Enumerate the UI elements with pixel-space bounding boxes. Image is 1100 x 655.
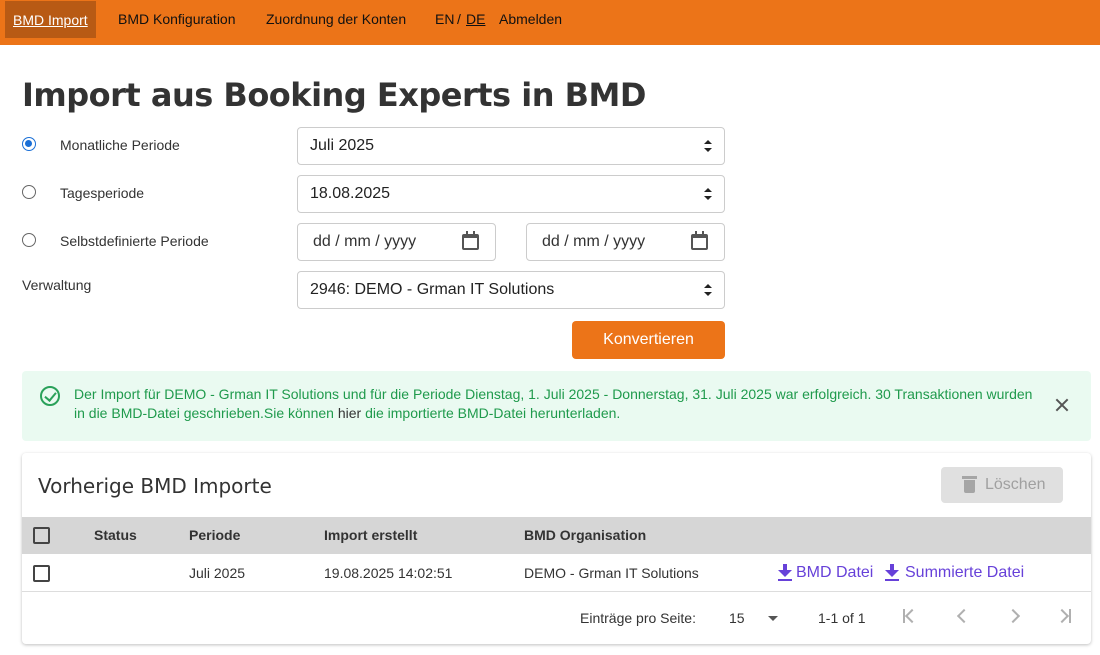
date-from-placeholder: dd / mm / yyyy	[313, 233, 417, 250]
download-imported-file-link[interactable]: die importierte BMD-Datei herunterladen.	[365, 405, 620, 421]
close-icon[interactable]	[1054, 397, 1070, 413]
first-page-icon[interactable]	[902, 608, 918, 624]
select-all-checkbox[interactable]	[33, 527, 50, 544]
column-status[interactable]: Status	[94, 517, 137, 554]
summary-file-label: Summierte Datei	[905, 564, 1025, 581]
nav-bmd-import[interactable]: BMD Import	[5, 1, 96, 38]
lang-separator: /	[457, 11, 461, 27]
download-icon	[778, 564, 792, 582]
rows-per-page-label: Einträge pro Seite:	[580, 610, 696, 626]
next-page-icon[interactable]	[1007, 608, 1023, 624]
date-to-placeholder: dd / mm / yyyy	[542, 233, 646, 250]
table-header: Status Periode Import erstellt BMD Organ…	[22, 517, 1091, 554]
success-alert: Der Import für DEMO - Grman IT Solutions…	[22, 371, 1091, 441]
summary-file-download-link[interactable]: Summierte Datei	[885, 554, 1024, 592]
radio-daily-period[interactable]	[22, 185, 36, 199]
row-period: Juli 2025	[189, 565, 246, 581]
date-from-input[interactable]: dd / mm / yyyy	[297, 223, 496, 261]
alert-text-here: hier	[333, 405, 366, 421]
radio-custom-period[interactable]	[22, 233, 36, 247]
delete-button[interactable]: Löschen	[941, 467, 1063, 503]
label-administration: Verwaltung	[22, 277, 92, 293]
select-arrows-icon	[704, 140, 712, 152]
alert-message: Der Import für DEMO - Grman IT Solutions…	[74, 385, 1034, 423]
day-select-value: 18.08.2025	[310, 185, 391, 202]
logout-link[interactable]: Abmelden	[499, 0, 562, 37]
download-icon	[885, 564, 899, 582]
month-select-value: Juli 2025	[310, 137, 375, 154]
trash-icon	[962, 476, 977, 493]
pagination-range: 1-1 of 1	[818, 610, 866, 626]
last-page-icon[interactable]	[1056, 608, 1072, 624]
previous-page-icon[interactable]	[954, 608, 970, 624]
nav-account-mapping[interactable]: Zuordnung der Konten	[266, 0, 406, 37]
select-arrows-icon	[704, 188, 712, 200]
calendar-icon[interactable]	[691, 231, 708, 250]
bmd-file-download-link[interactable]: BMD Datei	[778, 554, 873, 592]
calendar-icon[interactable]	[462, 231, 479, 250]
radio-monthly-period[interactable]	[22, 137, 36, 151]
select-arrows-icon	[704, 284, 712, 296]
lang-en-link[interactable]: EN	[435, 0, 454, 37]
page-title: Import aus Booking Experts in BMD	[22, 76, 646, 114]
administration-select[interactable]: 2946: DEMO - Grman IT Solutions	[297, 271, 725, 309]
lang-de-link[interactable]: DE	[466, 0, 485, 37]
previous-imports-card: Vorherige BMD Importe Löschen Status Per…	[22, 453, 1091, 644]
card-title: Vorherige BMD Importe	[38, 474, 272, 498]
table-row: Juli 2025 19.08.2025 14:02:51 DEMO - Grm…	[22, 554, 1091, 592]
month-select[interactable]: Juli 2025	[297, 127, 725, 165]
table-pagination: Einträge pro Seite: 15 1-1 of 1	[22, 592, 1091, 644]
label-custom-period: Selbstdefinierte Periode	[60, 233, 209, 249]
convert-button[interactable]: Konvertieren	[572, 321, 725, 359]
column-bmd-organisation[interactable]: BMD Organisation	[524, 517, 646, 554]
column-period[interactable]: Periode	[189, 517, 240, 554]
delete-button-label: Löschen	[985, 476, 1046, 493]
column-import-created[interactable]: Import erstellt	[324, 517, 417, 554]
row-import-created: 19.08.2025 14:02:51	[324, 565, 453, 581]
row-bmd-organisation: DEMO - Grman IT Solutions	[524, 565, 699, 581]
row-checkbox[interactable]	[33, 565, 50, 582]
nav-bmd-configuration[interactable]: BMD Konfiguration	[118, 0, 236, 37]
date-to-input[interactable]: dd / mm / yyyy	[526, 223, 725, 261]
bmd-file-label: BMD Datei	[796, 564, 874, 581]
rows-per-page-value[interactable]: 15	[729, 610, 745, 626]
day-select[interactable]: 18.08.2025	[297, 175, 725, 213]
label-daily-period: Tagesperiode	[60, 185, 145, 201]
check-circle-icon	[40, 386, 60, 406]
label-monthly-period: Monatliche Periode	[60, 137, 180, 153]
administration-select-value: 2946: DEMO - Grman IT Solutions	[310, 281, 555, 298]
chevron-down-icon[interactable]	[768, 616, 778, 621]
top-nav: BMD Import BMD Konfiguration Zuordnung d…	[0, 0, 1100, 45]
